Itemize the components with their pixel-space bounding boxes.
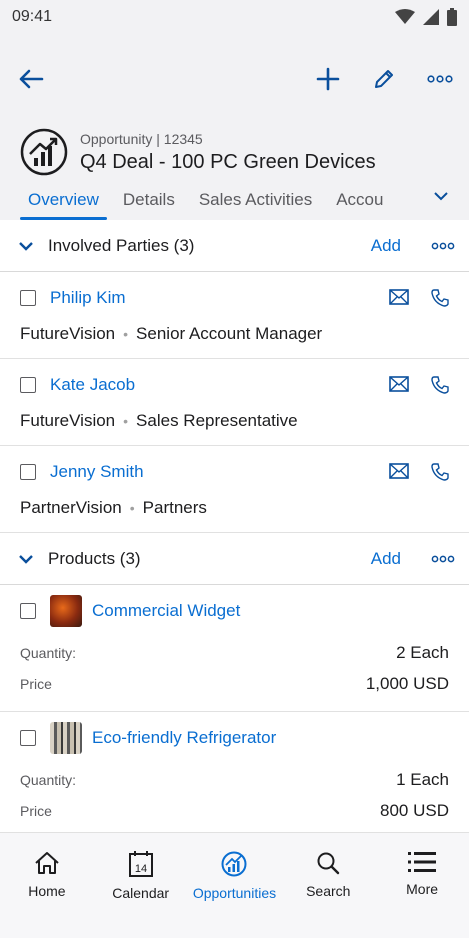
phone-icon[interactable] bbox=[431, 376, 449, 394]
involved-parties-header: Involved Parties (3) Add bbox=[0, 220, 469, 272]
phone-icon[interactable] bbox=[431, 289, 449, 307]
party-company: FutureVision bbox=[20, 411, 116, 430]
nav-home[interactable]: Home bbox=[1, 851, 93, 938]
overflow-icon bbox=[427, 75, 453, 83]
add-product-button[interactable]: Add bbox=[371, 549, 401, 569]
battery-icon bbox=[447, 8, 457, 26]
party-row: Philip Kim FutureVision • Senior Account… bbox=[0, 272, 469, 359]
involved-parties-title: Involved Parties (3) bbox=[48, 235, 195, 255]
products-title: Products (3) bbox=[48, 548, 141, 568]
nav-home-label: Home bbox=[28, 883, 66, 899]
product-thumbnail bbox=[50, 595, 82, 627]
phone-icon[interactable] bbox=[431, 463, 449, 481]
email-icon[interactable] bbox=[389, 376, 409, 392]
menu-icon bbox=[408, 852, 437, 872]
opportunities-icon bbox=[221, 851, 247, 877]
separator-dot: • bbox=[123, 326, 129, 342]
quantity-label: Quantity: bbox=[20, 644, 77, 661]
tab-overview[interactable]: Overview bbox=[16, 190, 111, 220]
party-role: Partners bbox=[142, 498, 207, 517]
nav-search-label: Search bbox=[306, 883, 351, 899]
nav-calendar[interactable]: 14 Calendar bbox=[95, 851, 187, 938]
opportunity-icon bbox=[20, 128, 68, 176]
object-header: Opportunity | 12345 Q4 Deal - 100 PC Gre… bbox=[0, 124, 469, 180]
chevron-down-icon bbox=[434, 192, 448, 201]
home-icon bbox=[35, 852, 59, 874]
top-bar bbox=[0, 34, 469, 124]
party-row: Jenny Smith PartnerVision • Partners bbox=[0, 446, 469, 533]
price-value: 800 USD bbox=[380, 800, 449, 820]
status-bar: 09:41 bbox=[0, 0, 469, 34]
wifi-icon bbox=[395, 9, 415, 24]
party-checkbox[interactable] bbox=[20, 377, 36, 393]
product-thumbnail bbox=[50, 722, 82, 754]
status-icons bbox=[395, 8, 457, 26]
party-checkbox[interactable] bbox=[20, 290, 36, 306]
collapse-chevron-icon[interactable] bbox=[18, 241, 34, 251]
section-overflow-icon[interactable] bbox=[431, 555, 455, 563]
product-checkbox[interactable] bbox=[20, 730, 36, 746]
quantity-label: Quantity: bbox=[20, 771, 77, 788]
party-row: Kate Jacob FutureVision • Sales Represen… bbox=[0, 359, 469, 446]
email-icon[interactable] bbox=[389, 463, 409, 479]
bottom-navigation: Home 14 Calendar Opportunities Search Mo… bbox=[0, 832, 469, 938]
product-name-link[interactable]: Commercial Widget bbox=[92, 601, 240, 621]
quantity-value: 1 Each bbox=[396, 769, 449, 789]
calendar-icon: 14 bbox=[128, 851, 153, 877]
separator-dot: • bbox=[129, 500, 135, 516]
main-content: Involved Parties (3) Add Philip Kim Futu… bbox=[0, 220, 469, 832]
tab-sales-activities[interactable]: Sales Activities bbox=[187, 190, 324, 220]
plus-icon bbox=[316, 67, 340, 91]
object-title: Q4 Deal - 100 PC Green Devices bbox=[80, 150, 376, 173]
product-row: Eco-friendly Refrigerator Quantity: 1 Ea… bbox=[0, 712, 469, 832]
party-name-link[interactable]: Jenny Smith bbox=[50, 462, 389, 482]
product-checkbox[interactable] bbox=[20, 603, 36, 619]
object-subtitle: Opportunity | 12345 bbox=[80, 130, 203, 147]
edit-button[interactable] bbox=[369, 64, 399, 94]
party-name-link[interactable]: Philip Kim bbox=[50, 288, 389, 308]
add-party-button[interactable]: Add bbox=[371, 236, 401, 256]
tab-details[interactable]: Details bbox=[111, 190, 187, 220]
tabs-overflow-button[interactable] bbox=[433, 188, 449, 206]
party-role: Senior Account Manager bbox=[136, 324, 323, 343]
add-button[interactable] bbox=[313, 64, 343, 94]
section-overflow-icon[interactable] bbox=[431, 242, 455, 250]
nav-calendar-label: Calendar bbox=[112, 885, 170, 901]
back-button[interactable] bbox=[16, 64, 46, 94]
product-name-link[interactable]: Eco-friendly Refrigerator bbox=[92, 728, 276, 748]
separator-dot: • bbox=[123, 413, 129, 429]
party-company: FutureVision bbox=[20, 324, 116, 343]
nav-more[interactable]: More bbox=[376, 851, 468, 938]
party-company: PartnerVision bbox=[20, 498, 122, 517]
tab-bar: Overview Details Sales Activities Accou bbox=[0, 180, 469, 220]
party-name-link[interactable]: Kate Jacob bbox=[50, 375, 389, 395]
quantity-value: 2 Each bbox=[396, 642, 449, 662]
price-label: Price bbox=[20, 802, 52, 819]
back-arrow-icon bbox=[19, 69, 44, 89]
product-row: Commercial Widget Quantity: 2 Each Price… bbox=[0, 585, 469, 712]
search-icon bbox=[317, 852, 340, 875]
party-role: Sales Representative bbox=[136, 411, 298, 430]
collapse-chevron-icon[interactable] bbox=[18, 554, 34, 564]
party-checkbox[interactable] bbox=[20, 464, 36, 480]
products-header: Products (3) Add bbox=[0, 533, 469, 585]
tab-accounts[interactable]: Accou bbox=[324, 190, 395, 220]
calendar-day: 14 bbox=[135, 863, 147, 875]
signal-icon bbox=[423, 9, 439, 25]
more-actions-button[interactable] bbox=[425, 64, 455, 94]
nav-opportunities[interactable]: Opportunities bbox=[188, 851, 280, 938]
price-label: Price bbox=[20, 675, 52, 692]
email-icon[interactable] bbox=[389, 289, 409, 305]
pencil-icon bbox=[375, 70, 393, 88]
price-value: 1,000 USD bbox=[365, 673, 449, 693]
status-time: 09:41 bbox=[12, 8, 53, 25]
nav-search[interactable]: Search bbox=[282, 851, 374, 938]
nav-more-label: More bbox=[406, 881, 439, 897]
nav-opportunities-label: Opportunities bbox=[192, 885, 277, 901]
